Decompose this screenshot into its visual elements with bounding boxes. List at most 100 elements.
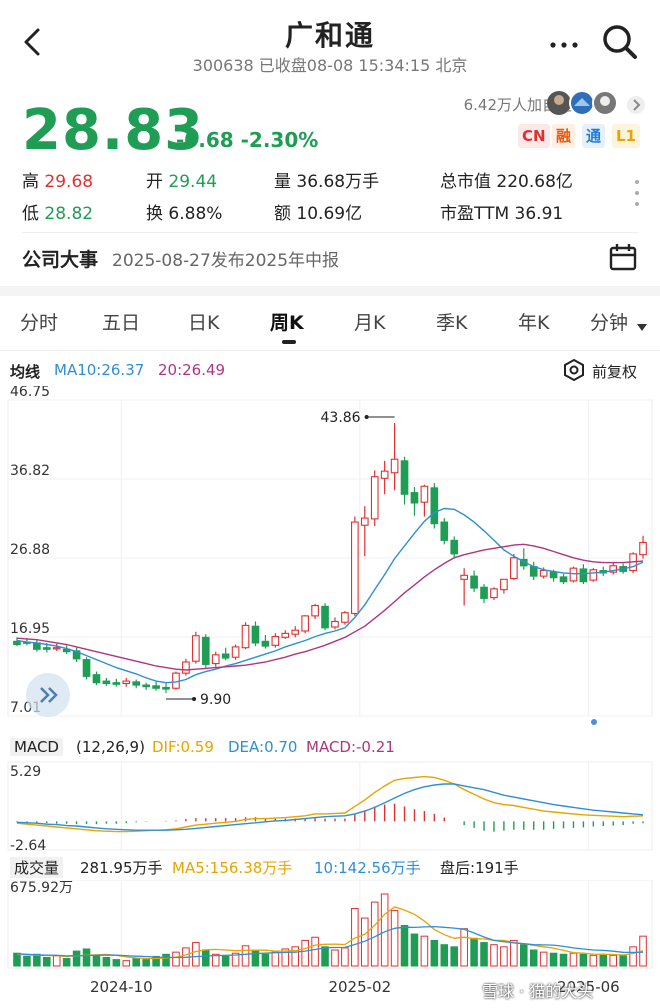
scroll-indicator-dot — [591, 719, 597, 725]
candle-body — [132, 681, 141, 686]
macd-dea: DEA:0.70 — [228, 738, 298, 756]
volume-bar — [172, 951, 180, 967]
candle-body — [639, 541, 647, 556]
high-annotation-label: 43.86 — [321, 410, 361, 426]
adjust-restore[interactable]: 前复权 — [592, 361, 637, 382]
tab-jik[interactable]: 季K — [436, 308, 467, 335]
tab-wuri[interactable]: 五日 — [102, 308, 140, 335]
candlestick-chart[interactable]: 46.7536.8226.8816.957.0143.869.90 — [0, 386, 660, 738]
calendar-icon[interactable] — [608, 242, 638, 272]
candle-body — [490, 588, 498, 599]
volume-bar — [619, 955, 627, 967]
stat-value: 36.68万手 — [296, 172, 380, 192]
volume-bar — [520, 944, 528, 967]
stat-label: 高 — [22, 172, 45, 192]
volume-bar — [500, 946, 508, 967]
price-change: -0.68 -2.30% — [176, 128, 319, 152]
tab-niank[interactable]: 年K — [518, 308, 549, 335]
follower-avatars[interactable] — [546, 90, 620, 116]
volume-bar — [271, 951, 280, 967]
candle-body — [351, 521, 359, 615]
volume-ma5: MA5:156.38万手 — [172, 859, 293, 877]
volume-bar — [311, 936, 319, 967]
volume-after-hours: 盘后:191手 — [440, 859, 519, 877]
x-axis-label: 2024-10 — [90, 978, 153, 996]
tab-rik[interactable]: 日K — [188, 308, 219, 335]
expand-chart-button[interactable] — [26, 673, 70, 717]
candle-body — [241, 624, 250, 649]
volume-bar — [510, 939, 518, 967]
more-dots-icon[interactable] — [548, 36, 580, 48]
event-label[interactable]: 公司大事 — [22, 245, 98, 272]
stat-value: 220.68亿 — [496, 172, 573, 192]
stat-label: 市盈TTM — [440, 204, 515, 224]
volume-bar — [13, 952, 21, 967]
candle-body — [321, 605, 329, 629]
volume-bar — [341, 947, 349, 967]
badge-l1: L1 — [612, 124, 640, 148]
volume-bar — [380, 893, 389, 967]
volume-value: 281.95万手 — [80, 859, 163, 877]
macd-params: (12,26,9) — [76, 738, 145, 756]
tab-fenshi[interactable]: 分时 — [20, 308, 58, 335]
price-axis-label: 26.88 — [10, 542, 50, 558]
macd-chart[interactable]: 5.29 -2.64 — [0, 760, 660, 852]
event-text[interactable]: 2025-08-27发布2025年中报 — [112, 246, 339, 271]
volume-bar — [221, 955, 230, 967]
triangle-down-icon[interactable] — [636, 318, 648, 331]
volume-bar — [529, 949, 538, 967]
stat-value: 29.68 — [44, 172, 94, 192]
candle-body — [142, 684, 150, 688]
arrow-right-icon[interactable] — [626, 95, 646, 115]
dea-line — [16, 783, 644, 831]
candle-body — [559, 576, 568, 583]
volume-bar — [490, 944, 498, 967]
badge-connect: 通 — [582, 124, 606, 148]
volume-bar — [33, 953, 41, 967]
volume-bar — [549, 952, 558, 967]
candle-body — [460, 574, 468, 580]
macd-label[interactable]: MACD — [10, 738, 63, 756]
candle-body — [152, 685, 160, 689]
candle-body — [539, 570, 548, 577]
candle-body — [82, 659, 91, 677]
section-divider — [0, 286, 660, 296]
stat-item: 量 36.68万手 — [274, 167, 379, 192]
price-axis-label: 36.82 — [10, 463, 50, 479]
badge-margin: 融 — [552, 124, 576, 148]
ma10-value: MA10:26.37 — [54, 361, 145, 379]
volume-label[interactable]: 成交量 — [10, 857, 64, 878]
candle-body — [400, 460, 409, 495]
candle-body — [579, 568, 588, 583]
tab-yuek[interactable]: 月K — [354, 308, 385, 335]
hexagon-settings-icon[interactable] — [562, 358, 586, 382]
volume-bar — [112, 959, 121, 967]
candle-body — [370, 476, 379, 520]
candle-body — [13, 640, 21, 646]
ma10-line — [16, 507, 644, 684]
volume-bar — [450, 946, 458, 967]
volume-bar — [480, 942, 488, 967]
tab-zhouk[interactable]: 周K — [270, 308, 304, 335]
candle-body — [440, 521, 449, 541]
search-icon[interactable] — [600, 22, 640, 62]
candle-body — [231, 646, 240, 658]
tab-fenzhong[interactable]: 分钟 — [590, 308, 628, 335]
stat-item: 换 6.88% — [146, 199, 222, 224]
candle-body — [301, 615, 309, 632]
stat-item: 总市值 220.68亿 — [440, 167, 573, 192]
volume-bar — [440, 944, 449, 967]
volume-bar — [251, 949, 260, 967]
candle-body — [569, 567, 578, 582]
stat-item: 额 10.69亿 — [274, 199, 362, 224]
candle-body — [360, 517, 369, 526]
stat-item: 高 29.68 — [22, 167, 93, 192]
volume-bar — [470, 937, 478, 967]
vertical-dots-icon[interactable] — [632, 178, 642, 208]
candle-body — [251, 625, 260, 644]
candle-body — [341, 612, 349, 623]
macd-value: MACD:-0.21 — [306, 738, 395, 756]
volume-bar — [331, 949, 339, 967]
stat-label: 总市值 — [440, 172, 497, 192]
volume-bar — [102, 956, 111, 967]
